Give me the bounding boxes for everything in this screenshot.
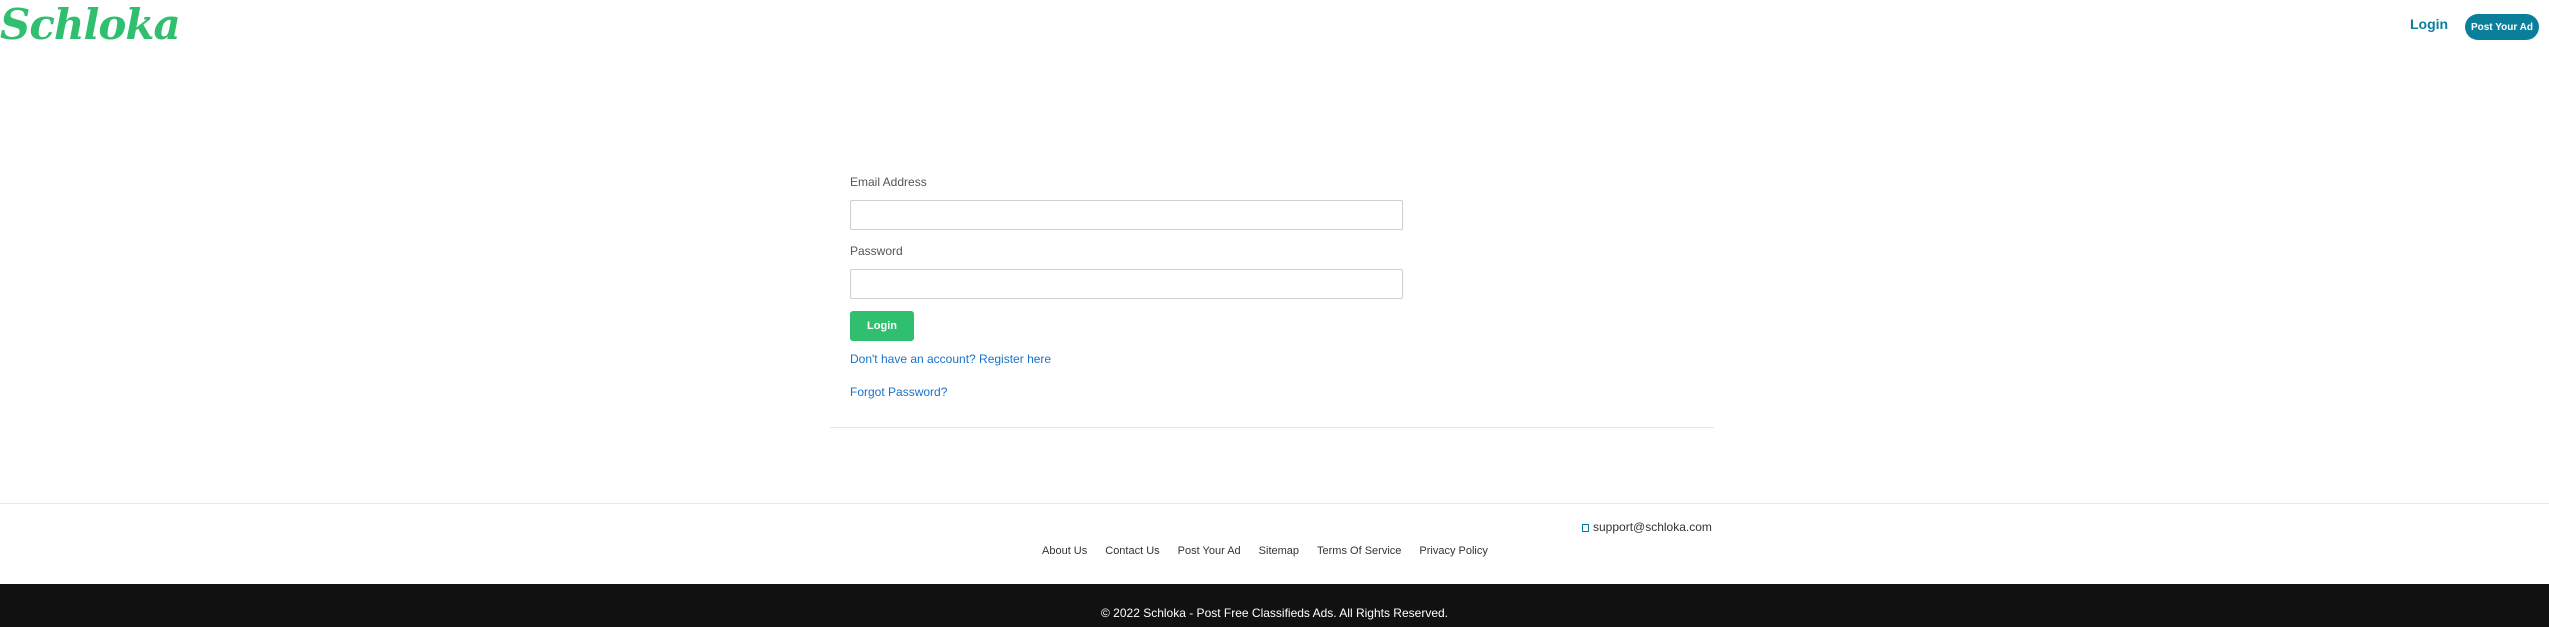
footer-links: About Us Contact Us Post Your Ad Sitemap… <box>1042 545 1506 557</box>
support-email[interactable]: support@schloka.com <box>1593 520 1712 534</box>
page: Schloka Login Post Your Ad Email Address… <box>0 0 2549 627</box>
footer-link-post-ad[interactable]: Post Your Ad <box>1178 545 1241 557</box>
email-field[interactable] <box>850 200 1403 230</box>
email-label: Email Address <box>850 175 927 189</box>
logo[interactable]: Schloka <box>0 2 181 48</box>
password-label: Password <box>850 244 903 258</box>
footer-bar: © 2022 Schloka - Post Free Classifieds A… <box>0 584 2549 627</box>
login-form: Email Address Password Login Don't have … <box>830 160 1714 428</box>
mail-icon <box>1582 524 1589 532</box>
header-login-link[interactable]: Login <box>2410 16 2448 32</box>
footer: support@schloka.com About Us Contact Us … <box>0 503 2549 584</box>
footer-link-privacy[interactable]: Privacy Policy <box>1419 545 1487 557</box>
footer-link-sitemap[interactable]: Sitemap <box>1259 545 1299 557</box>
footer-link-about[interactable]: About Us <box>1042 545 1087 557</box>
footer-link-contact[interactable]: Contact Us <box>1105 545 1159 557</box>
footer-link-terms[interactable]: Terms Of Service <box>1317 545 1401 557</box>
register-link[interactable]: Don't have an account? Register here <box>850 352 1051 366</box>
password-field[interactable] <box>850 269 1403 299</box>
post-ad-button[interactable]: Post Your Ad <box>2465 14 2539 40</box>
copyright: © 2022 Schloka - Post Free Classifieds A… <box>1101 606 1448 620</box>
header: Schloka Login Post Your Ad <box>0 0 2549 52</box>
login-button[interactable]: Login <box>850 311 914 341</box>
support-contact: support@schloka.com <box>1582 520 1712 534</box>
forgot-password-link[interactable]: Forgot Password? <box>850 385 947 399</box>
